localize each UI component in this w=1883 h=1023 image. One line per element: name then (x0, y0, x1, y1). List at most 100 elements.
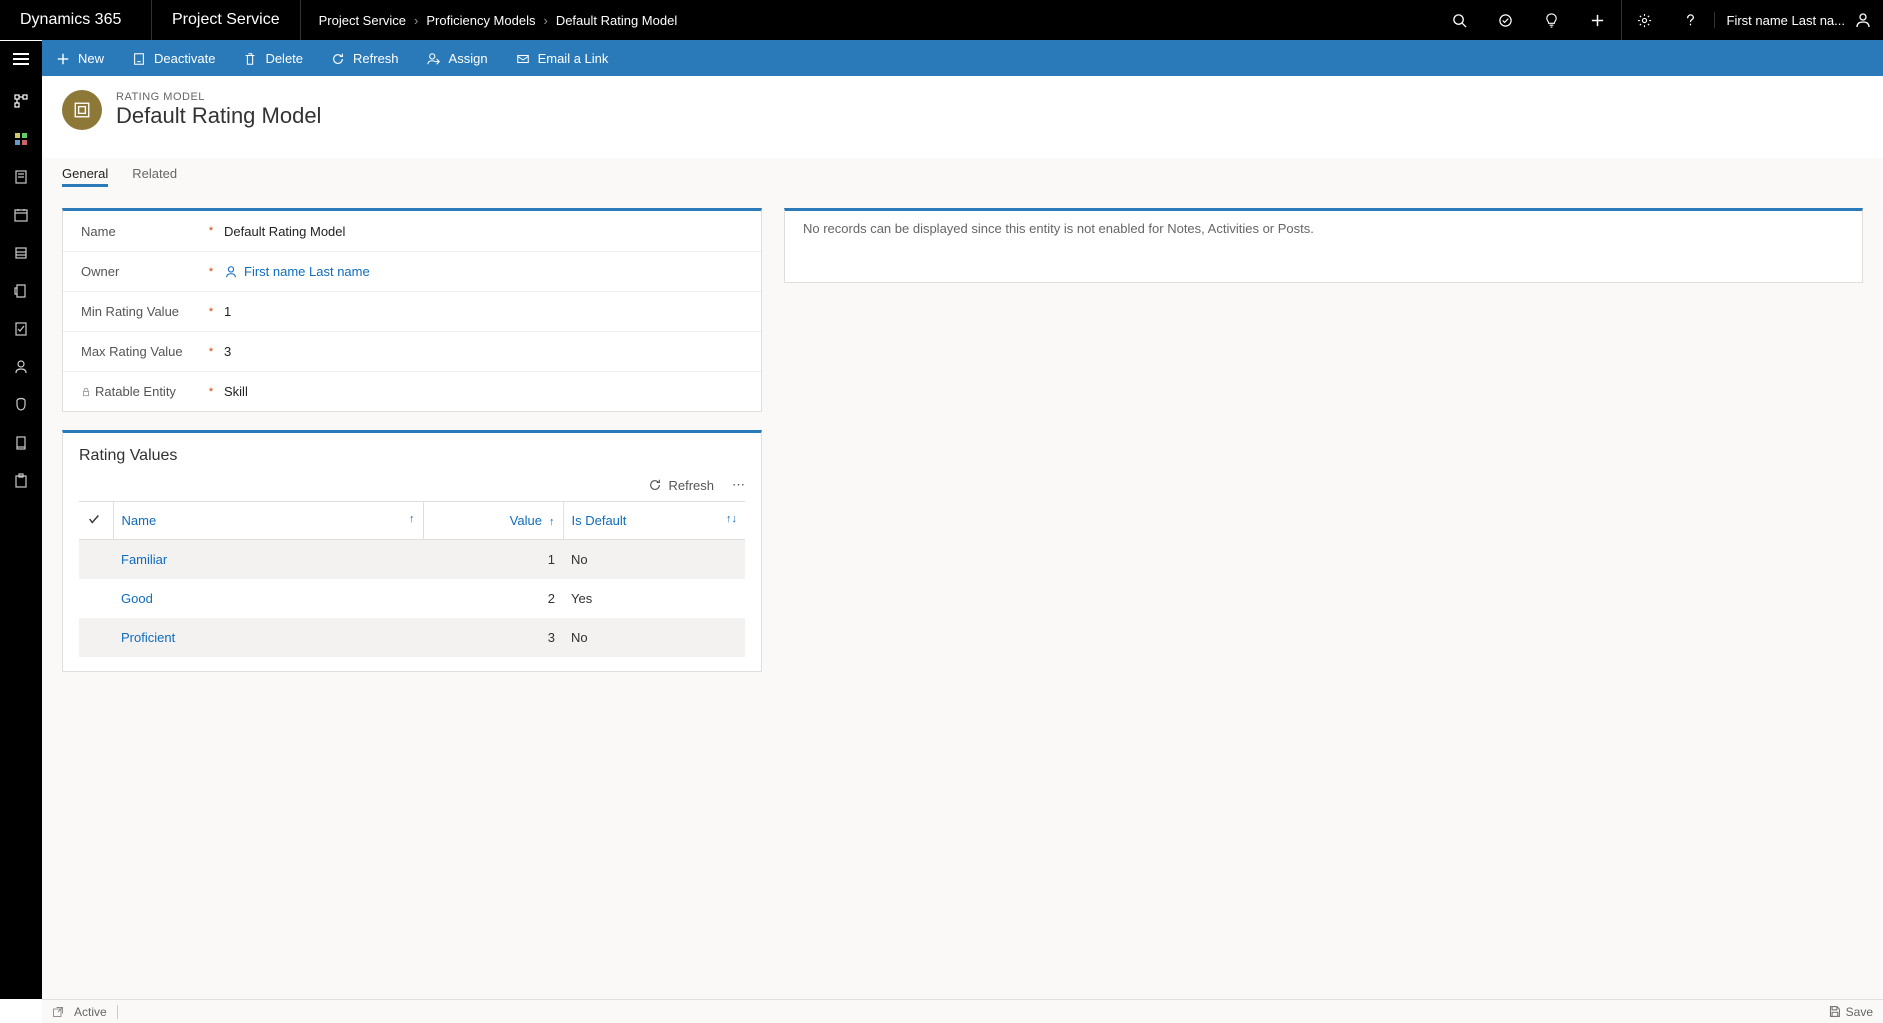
sort-icon: ↑↓ (722, 513, 737, 525)
record-header: RATING MODEL Default Rating Model (42, 76, 1883, 158)
owner-field[interactable]: Owner * First name Last name (63, 251, 761, 291)
min-label: Min Rating Value (81, 304, 206, 319)
min-field[interactable]: Min Rating Value * 1 (63, 291, 761, 331)
status-bar: Active Save (42, 999, 1883, 1023)
rating-values-title: Rating Values (63, 433, 761, 471)
required-marker: * (206, 266, 216, 278)
brand[interactable]: Dynamics 365 (0, 0, 152, 40)
nav-item-9[interactable] (0, 386, 42, 424)
col-name[interactable]: Name↑ (113, 502, 423, 540)
nav-item-11[interactable] (0, 462, 42, 500)
required-marker: * (206, 386, 216, 398)
app-name[interactable]: Project Service (152, 0, 301, 40)
notes-card: No records can be displayed since this e… (784, 208, 1863, 283)
nav-item-6[interactable] (0, 272, 42, 310)
nav-item-7[interactable] (0, 310, 42, 348)
grid-name-link[interactable]: Proficient (121, 630, 175, 645)
max-value[interactable]: 3 (216, 344, 231, 359)
sort-up-icon: ↑ (542, 516, 555, 528)
form-tabs: General Related (42, 158, 1883, 188)
task-icon[interactable] (1483, 0, 1529, 40)
rating-values-card: Rating Values Refresh ⋯ (62, 430, 762, 672)
tab-general[interactable]: General (62, 158, 108, 187)
max-field[interactable]: Max Rating Value * 3 (63, 331, 761, 371)
chevron-right-icon: › (543, 13, 547, 28)
max-label: Max Rating Value (81, 344, 206, 359)
deactivate-button[interactable]: Deactivate (118, 41, 229, 76)
ratable-field: Ratable Entity * Skill (63, 371, 761, 411)
nav-item-3[interactable] (0, 158, 42, 196)
command-bar: New Deactivate Delete Refresh Assign Ema… (42, 40, 1883, 76)
required-marker: * (206, 306, 216, 318)
topbar-actions (1437, 0, 1714, 40)
person-icon (224, 265, 238, 279)
grid-value: 2 (423, 579, 563, 618)
crumb-2[interactable]: Default Rating Model (556, 13, 677, 28)
form-area: Name * Default Rating Model Owner * Firs… (42, 188, 1883, 999)
crumb-0[interactable]: Project Service (319, 13, 406, 28)
nav-item-4[interactable] (0, 196, 42, 234)
lock-icon (81, 387, 91, 397)
grid-row[interactable]: Familiar 1 No (79, 540, 745, 580)
grid-default: No (563, 540, 745, 580)
nav-item-1[interactable] (0, 82, 42, 120)
owner-value[interactable]: First name Last name (216, 264, 370, 279)
required-marker: * (206, 346, 216, 358)
col-value[interactable]: Value ↑ (423, 502, 563, 540)
grid-value: 3 (423, 618, 563, 657)
grid-row[interactable]: Proficient 3 No (79, 618, 745, 657)
record-icon (62, 90, 102, 130)
ratable-label: Ratable Entity (81, 384, 206, 399)
search-icon[interactable] (1437, 0, 1483, 40)
entity-type: RATING MODEL (116, 91, 321, 103)
crumb-1[interactable]: Proficiency Models (426, 13, 535, 28)
name-value[interactable]: Default Rating Model (216, 224, 345, 239)
user-menu[interactable]: First name Last na... (1714, 12, 1883, 28)
nav-item-5[interactable] (0, 234, 42, 272)
select-all[interactable] (79, 502, 113, 540)
email-link-button[interactable]: Email a Link (502, 41, 623, 76)
save-icon (1828, 1005, 1841, 1018)
nav-item-10[interactable] (0, 424, 42, 462)
name-field[interactable]: Name * Default Rating Model (63, 211, 761, 251)
check-icon (87, 512, 101, 526)
subgrid-more-button[interactable]: ⋯ (732, 477, 747, 493)
grid-default: Yes (563, 579, 745, 618)
assign-button[interactable]: Assign (413, 41, 502, 76)
tab-related[interactable]: Related (132, 158, 177, 187)
grid-row[interactable]: Good 2 Yes (79, 579, 745, 618)
user-name: First name Last na... (1727, 13, 1846, 28)
min-value[interactable]: 1 (216, 304, 231, 319)
help-icon[interactable] (1668, 0, 1714, 40)
owner-label: Owner (81, 264, 206, 279)
lightbulb-icon[interactable] (1529, 0, 1575, 40)
subgrid-refresh-button[interactable]: Refresh (648, 478, 714, 493)
popout-icon[interactable] (52, 1006, 64, 1018)
breadcrumb: Project Service › Proficiency Models › D… (301, 13, 678, 28)
rating-values-grid: Name↑ Value ↑ Is Default↑↓ Familiar 1 No (79, 501, 745, 657)
save-button[interactable]: Save (1828, 1005, 1873, 1019)
nav-item-8[interactable] (0, 348, 42, 386)
chevron-right-icon: › (414, 13, 418, 28)
delete-button[interactable]: Delete (229, 41, 317, 76)
nav-item-2[interactable] (0, 120, 42, 158)
ratable-value: Skill (216, 384, 248, 399)
record-title: Default Rating Model (116, 103, 321, 129)
left-nav (0, 76, 42, 999)
top-bar: Dynamics 365 Project Service Project Ser… (0, 0, 1883, 40)
notes-empty-message: No records can be displayed since this e… (785, 211, 1862, 246)
grid-value: 1 (423, 540, 563, 580)
settings-icon[interactable] (1622, 0, 1668, 40)
name-label: Name (81, 224, 206, 239)
general-card: Name * Default Rating Model Owner * Firs… (62, 208, 762, 412)
new-button[interactable]: New (42, 41, 118, 76)
required-marker: * (206, 225, 216, 237)
grid-name-link[interactable]: Good (121, 591, 153, 606)
refresh-button[interactable]: Refresh (317, 41, 413, 76)
status-state: Active (74, 1005, 107, 1019)
grid-name-link[interactable]: Familiar (121, 552, 167, 567)
col-default[interactable]: Is Default↑↓ (563, 502, 745, 540)
sort-up-icon: ↑ (405, 513, 415, 525)
add-icon[interactable] (1575, 0, 1621, 40)
nav-toggle[interactable] (0, 41, 42, 77)
